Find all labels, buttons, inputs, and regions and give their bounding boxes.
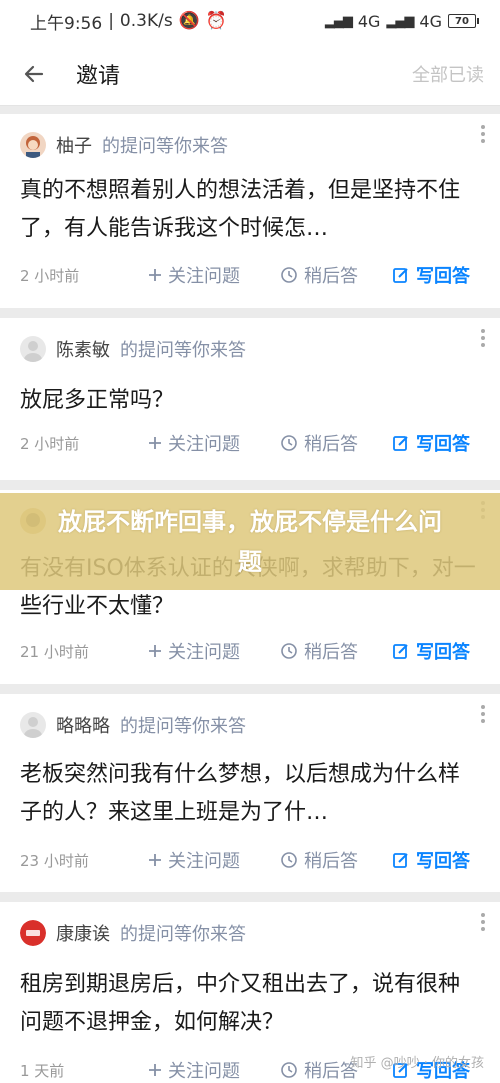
invite-suffix: 的提问等你来答 <box>120 716 246 737</box>
avatar[interactable] <box>20 132 46 158</box>
mute-icon: 🔕 <box>178 11 200 31</box>
watermark: 知乎 @吵吵 · 你的女孩 <box>350 1056 484 1071</box>
mark-all-read-button[interactable]: 全部已读 <box>412 61 484 87</box>
invite-actions: 2 小时前 关注问题 稍后答 写回答 <box>20 430 482 456</box>
follow-question-button[interactable]: 关注问题 <box>148 847 280 873</box>
answer-later-button[interactable]: 稍后答 <box>280 430 392 456</box>
signal-icon-2: ▂▄▆ <box>386 13 414 29</box>
status-time: 上午9:56 <box>30 13 103 34</box>
write-answer-button[interactable]: 写回答 <box>392 638 470 664</box>
edit-icon <box>393 436 408 451</box>
page-title: 邀请 <box>76 63 121 89</box>
invite-card[interactable]: 略略略 的提问等你来答 老板突然问我有什么梦想，以后想成为什么样子的人？来这里上… <box>0 694 500 892</box>
clock-icon <box>281 643 297 659</box>
edit-icon <box>393 644 408 659</box>
asker-name[interactable]: 康康诶 <box>56 920 110 946</box>
invite-actions: 21 小时前 关注问题 稍后答 写回答 <box>20 638 482 664</box>
clock-icon <box>281 435 297 451</box>
plus-icon <box>149 854 161 866</box>
clock-icon <box>281 267 297 283</box>
clock-icon <box>281 852 297 868</box>
write-answer-button[interactable]: 写回答 <box>392 847 470 873</box>
avatar[interactable] <box>20 920 46 946</box>
network-type-1: 4G <box>357 11 381 31</box>
more-options-icon[interactable] <box>480 328 486 348</box>
invite-card[interactable]: 陈素敏 的提问等你来答 放屁多正常吗？ 2 小时前 关注问题 稍后答 写回答 <box>0 318 500 480</box>
invite-time: 2 小时前 <box>20 266 80 285</box>
edit-icon <box>393 268 408 283</box>
follow-question-button[interactable]: 关注问题 <box>148 430 280 456</box>
asker-name[interactable]: 柚子 <box>56 132 92 158</box>
invite-suffix: 的提问等你来答 <box>102 136 228 157</box>
invite-actions: 2 小时前 关注问题 稍后答 写回答 <box>20 262 482 288</box>
answer-later-button[interactable]: 稍后答 <box>280 638 392 664</box>
invite-header: 略略略 的提问等你来答 <box>20 712 246 738</box>
clock-icon <box>281 1062 297 1078</box>
battery-icon: 70 <box>448 14 479 28</box>
follow-question-button[interactable]: 关注问题 <box>148 1057 280 1083</box>
invite-time: 1 天前 <box>20 1061 65 1080</box>
invite-header: 陈素敏 的提问等你来答 <box>20 336 246 362</box>
status-bar: 上午9:56 | 0.3K/s 🔕 ⏰ ▂▄▆ 4G ▂▄▆ 4G 70 <box>0 0 500 42</box>
invite-header: 柚子 的提问等你来答 <box>20 132 228 158</box>
back-arrow-icon[interactable] <box>22 62 46 86</box>
network-type-2: 4G <box>419 11 442 31</box>
answer-later-button[interactable]: 稍后答 <box>280 847 392 873</box>
write-answer-button[interactable]: 写回答 <box>392 262 470 288</box>
question-title[interactable]: 租房到期退房后，中介又租出去了，说有很种问题不退押金，如何解决？ <box>20 966 478 1042</box>
answer-later-button[interactable]: 稍后答 <box>280 262 392 288</box>
network-speed: 0.3K/s <box>119 11 173 31</box>
follow-question-button[interactable]: 关注问题 <box>148 262 280 288</box>
invite-time: 23 小时前 <box>20 851 89 870</box>
asker-name[interactable]: 陈素敏 <box>56 336 110 362</box>
avatar[interactable] <box>20 336 46 362</box>
signal-icon: ▂▄▆ <box>324 13 353 29</box>
more-options-icon[interactable] <box>480 704 486 724</box>
follow-question-button[interactable]: 关注问题 <box>148 638 280 664</box>
plus-icon <box>149 269 161 281</box>
invite-card[interactable]: 柚子 的提问等你来答 真的不想照着别人的想法活着，但是坚持不住了，有人能告诉我这… <box>0 114 500 308</box>
more-options-icon[interactable] <box>480 912 486 932</box>
asker-name[interactable]: 略略略 <box>56 712 110 738</box>
invite-suffix: 的提问等你来答 <box>120 340 246 361</box>
invite-time: 2 小时前 <box>20 434 80 453</box>
invite-time: 21 小时前 <box>20 642 89 661</box>
write-answer-button[interactable]: 写回答 <box>392 430 470 456</box>
question-title[interactable]: 真的不想照着别人的想法活着，但是坚持不住了，有人能告诉我这个时候怎… <box>20 172 478 248</box>
plus-icon <box>149 645 161 657</box>
more-options-icon[interactable] <box>480 124 486 144</box>
app-bar: 邀请 全部已读 <box>0 42 500 106</box>
avatar[interactable] <box>20 712 46 738</box>
question-title[interactable]: 放屁多正常吗？ <box>20 382 478 420</box>
invite-actions: 23 小时前 关注问题 稍后答 写回答 <box>20 847 482 873</box>
edit-icon <box>393 853 408 868</box>
question-title[interactable]: 老板突然问我有什么梦想，以后想成为什么样子的人？来这里上班是为了什… <box>20 756 478 832</box>
plus-icon <box>149 1064 161 1076</box>
overlay-banner: 放屁不断咋回事，放屁不停是什么问题 <box>0 493 500 590</box>
invite-suffix: 的提问等你来答 <box>120 924 246 945</box>
plus-icon <box>149 437 161 449</box>
invite-header: 康康诶 的提问等你来答 <box>20 920 246 946</box>
alarm-icon: ⏰ <box>205 11 228 31</box>
